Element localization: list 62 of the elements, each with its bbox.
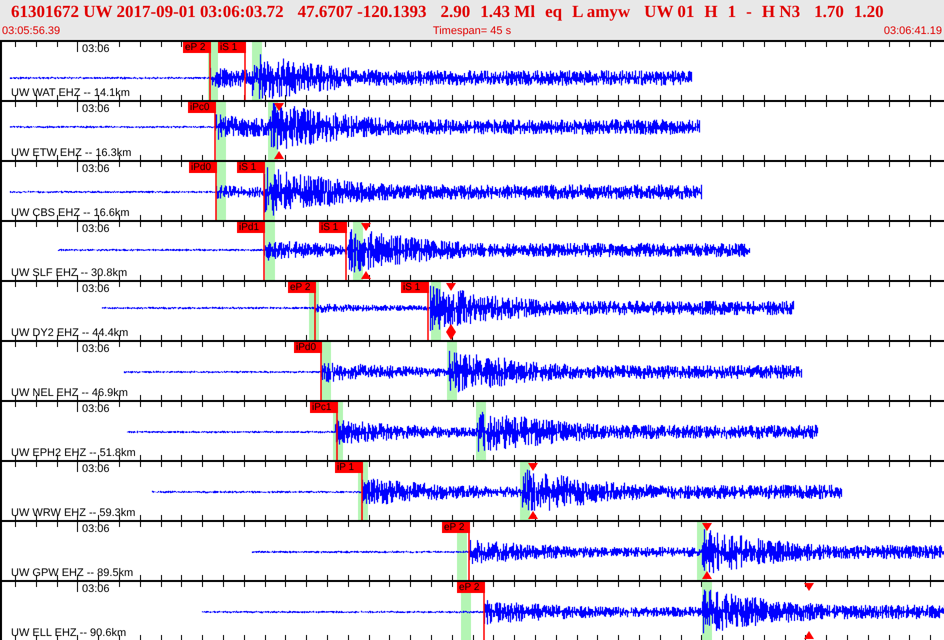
time-label: 03:06: [82, 43, 110, 55]
diamond-marker-icon: [446, 324, 456, 340]
station-label: UW GPW EHZ -- 89.5km: [11, 567, 134, 579]
triangle-marker-icon: [528, 463, 538, 471]
header-field: UW 01: [644, 0, 694, 24]
header-field: -: [746, 0, 752, 24]
pick-label: iPd0: [294, 342, 322, 353]
triangle-marker-icon: [702, 523, 712, 531]
station-label: UW DY2 EHZ -- 44.4km: [11, 327, 128, 339]
header-field: L amyw: [572, 0, 630, 24]
timespan-label: Timespan= 45 s: [432, 24, 512, 39]
pick-label: iPc1: [310, 402, 338, 413]
header-field: 1: [728, 0, 736, 24]
station-label: UW ETW EHZ -- 16.3km: [11, 147, 132, 159]
pick-label: iPd1: [237, 222, 265, 233]
start-time: 03:05:56.39: [2, 24, 60, 39]
pick-label: iS 1: [401, 282, 429, 293]
header-field: eq: [545, 0, 562, 24]
time-label: 03:06: [82, 463, 110, 475]
header-field: H N3: [762, 0, 800, 24]
time-label: 03:06: [82, 103, 110, 115]
triangle-marker-icon: [804, 583, 814, 591]
time-label: 03:06: [82, 523, 110, 535]
station-label: UW CBS EHZ -- 16.6km: [11, 207, 130, 219]
triangle-marker-icon: [274, 103, 284, 111]
station-label: UW EPH2 EHZ -- 51.8km: [11, 447, 136, 459]
station-label: UW WAT EHZ -- 14.1km: [11, 87, 130, 99]
time-label: 03:06: [82, 223, 110, 235]
triangle-marker-icon: [528, 511, 538, 519]
end-time: 03:06:41.19: [884, 24, 942, 39]
time-label: 03:06: [82, 163, 110, 175]
triangle-marker-icon: [446, 283, 456, 291]
header-field: H: [704, 0, 718, 24]
triangle-marker-icon: [361, 271, 371, 279]
triangle-marker-icon: [702, 571, 712, 579]
time-label: 03:06: [82, 403, 110, 415]
triangle-marker-icon: [361, 223, 371, 231]
station-label: UW WRW EHZ -- 59.3km: [11, 507, 136, 519]
pick-label: eP 2: [183, 42, 211, 53]
pick-label: eP 2: [457, 582, 485, 593]
pick-label: iS 1: [319, 222, 347, 233]
time-label: 03:06: [82, 583, 110, 595]
header-field: 47.6707 -120.1393: [298, 0, 427, 24]
station-label: UW ELL EHZ -- 90.6km: [11, 627, 126, 639]
pick-label: eP 2: [288, 282, 316, 293]
time-label: 03:06: [82, 283, 110, 295]
triangle-marker-icon: [804, 631, 814, 639]
station-label: UW SLF EHZ -- 30.8km: [11, 267, 128, 279]
time-label: 03:06: [82, 343, 110, 355]
station-label: UW NEL EHZ -- 46.9km: [11, 387, 128, 399]
pick-label: iPc0: [188, 102, 216, 113]
triangle-marker-icon: [274, 151, 284, 159]
pick-label: iP 1: [335, 462, 363, 473]
header-field: 1.43 Ml: [480, 0, 536, 24]
pick-label: eP 2: [442, 522, 470, 533]
pick-label: iS 1: [218, 42, 246, 53]
header-field: 61301672 UW 2017-09-01 03:06:03.72: [11, 0, 284, 24]
pick-label: iS 1: [237, 162, 265, 173]
pick-label: iPd0: [189, 162, 217, 173]
header-field: 1.70: [814, 0, 844, 24]
header-field: 2.90: [440, 0, 470, 24]
header-field: 1.20: [854, 0, 884, 24]
